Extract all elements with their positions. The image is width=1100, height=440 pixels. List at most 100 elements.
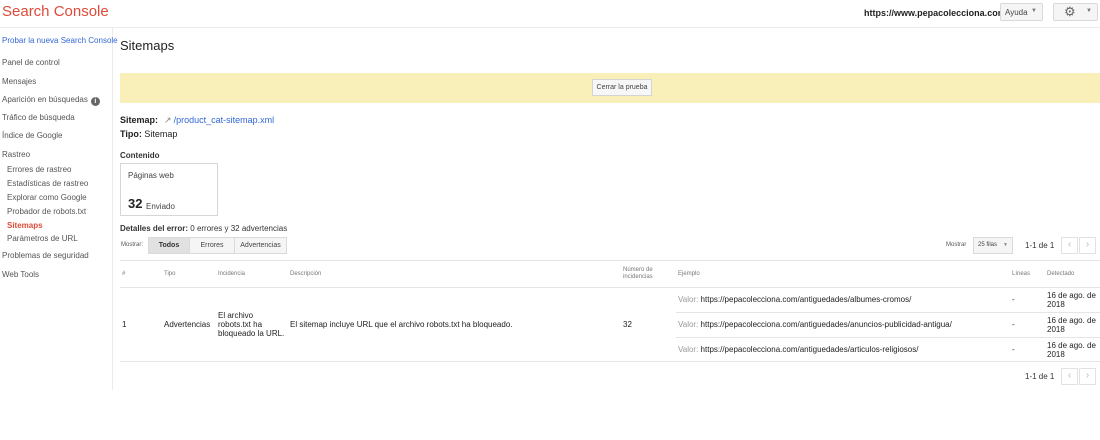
detectado-line1: 16 de ago. de	[1047, 316, 1096, 325]
pager-text-bottom: 1-1 de 1	[1025, 372, 1055, 381]
details-value: 0 errores y 32 advertencias	[190, 224, 288, 233]
help-label: Ayuda	[1005, 8, 1028, 17]
tipo-value: Sitemap	[144, 129, 178, 139]
sidebar: Probar la nueva Search Console Panel de …	[0, 28, 118, 390]
example-row: Valor: https://pepacolecciona.com/antigu…	[678, 345, 918, 354]
prev-page-button-bottom[interactable]: ‹	[1061, 368, 1078, 385]
rows-value: 25 filas	[978, 242, 998, 248]
next-page-button-bottom[interactable]: ›	[1079, 368, 1096, 385]
page-title: Sitemaps	[120, 38, 175, 53]
sitemap-url-link[interactable]: /product_cat-sitemap.xml	[174, 115, 275, 125]
gear-icon: ⚙	[1064, 4, 1076, 19]
row-incidencia-line3: bloqueado la URL.	[218, 329, 285, 338]
example-detectado: 16 de ago. de 2018	[1047, 341, 1096, 359]
detectado-line2: 2018	[1047, 325, 1065, 334]
details-label: Detalles del error:	[120, 224, 189, 233]
example-detectado: 16 de ago. de 2018	[1047, 291, 1096, 309]
row-descripcion: El sitemap incluye URL que el archivo ro…	[290, 320, 513, 329]
example-divider	[676, 312, 1100, 313]
sidebar-item-label: Aparición en búsquedas	[2, 95, 88, 104]
sidebar-item-aparicion[interactable]: Aparición en búsquedas i	[2, 95, 100, 106]
col-header-num: #	[122, 271, 126, 277]
col-header-incidencia: Incidencia	[218, 271, 246, 277]
sidebar-item-explorar[interactable]: Explorar como Google	[7, 193, 87, 202]
detectado-line1: 16 de ago. de	[1047, 291, 1096, 300]
row-num: 1	[122, 320, 127, 329]
valor-label: Valor:	[678, 345, 699, 354]
example-row: Valor: https://pepacolecciona.com/antigu…	[678, 295, 911, 304]
sitemap-label: Sitemap:	[120, 115, 159, 125]
tipo-line: Tipo: Sitemap	[120, 129, 177, 139]
sidebar-item-errores-rastreo[interactable]: Errores de rastreo	[7, 165, 71, 174]
table-top-border	[120, 260, 1100, 261]
info-icon: i	[90, 97, 100, 106]
col-header-numero-line1: Número de	[623, 267, 653, 273]
col-header-tipo: Tipo	[164, 271, 176, 277]
detectado-line2: 2018	[1047, 300, 1065, 309]
row-incidencia-line1: El archivo	[218, 311, 254, 320]
help-button[interactable]: Ayuda ▼	[1000, 3, 1043, 21]
sidebar-item-sitemaps[interactable]: Sitemaps	[7, 221, 43, 230]
filter-tab-errores[interactable]: Errores	[189, 237, 235, 254]
top-bar: Search Console https://www.pepacoleccion…	[0, 0, 1100, 28]
sidebar-item-rastreo[interactable]: Rastreo	[2, 150, 30, 159]
card-label: Páginas web	[128, 171, 174, 180]
row-incidencia-line2: robots.txt ha	[218, 320, 263, 329]
sidebar-item-parametros[interactable]: Parámetros de URL	[7, 234, 78, 243]
content-card: Páginas web 32 Enviado	[120, 163, 218, 216]
example-lineas: -	[1012, 345, 1015, 354]
site-url[interactable]: https://www.pepacolecciona.com/	[864, 8, 1008, 18]
example-detectado: 16 de ago. de 2018	[1047, 316, 1096, 334]
rows-per-page-select[interactable]: 25 filas ▼	[973, 237, 1013, 254]
col-header-ejemplo: Ejemplo	[678, 271, 700, 277]
prev-page-button[interactable]: ‹	[1061, 237, 1078, 254]
filter-label: Mostrar:	[121, 242, 144, 248]
test-banner: Cerrar la prueba	[120, 73, 1100, 103]
example-lineas: -	[1012, 295, 1015, 304]
sidebar-item-estadisticas[interactable]: Estadísticas de rastreo	[7, 179, 88, 188]
example-lineas: -	[1012, 320, 1015, 329]
sidebar-item-web-tools[interactable]: Web Tools	[2, 270, 39, 279]
card-count: 32	[128, 196, 143, 211]
app-logo[interactable]: Search Console	[2, 3, 109, 20]
detectado-line1: 16 de ago. de	[1047, 341, 1096, 350]
example-divider	[676, 337, 1100, 338]
sidebar-item-indice[interactable]: Índice de Google	[2, 131, 63, 140]
sidebar-item-panel[interactable]: Panel de control	[2, 58, 60, 67]
col-header-numero: Número de incidencias	[623, 267, 653, 281]
example-url[interactable]: https://pepacolecciona.com/antiguedades/…	[701, 345, 919, 354]
chevron-down-icon: ▼	[1031, 8, 1037, 14]
col-header-detectado: Detectado	[1047, 271, 1075, 277]
header-bottom-border	[120, 287, 1100, 288]
valor-label: Valor:	[678, 295, 699, 304]
pager-text-top: 1-1 de 1	[1025, 241, 1055, 250]
rows-label: Mostrar	[946, 242, 967, 248]
settings-button[interactable]: ⚙ ▼	[1053, 3, 1098, 21]
sidebar-item-new-search-console[interactable]: Probar la nueva Search Console	[2, 36, 118, 45]
row-numero: 32	[623, 320, 632, 329]
example-url[interactable]: https://pepacolecciona.com/antiguedades/…	[701, 320, 952, 329]
contenido-label: Contenido	[120, 151, 160, 160]
sidebar-item-mensajes[interactable]: Mensajes	[2, 77, 36, 86]
filter-tab-advertencias[interactable]: Advertencias	[234, 237, 287, 254]
detectado-line2: 2018	[1047, 350, 1065, 359]
sidebar-item-seguridad[interactable]: Problemas de seguridad	[2, 251, 89, 260]
external-link-icon[interactable]: ↗	[164, 115, 172, 125]
error-details-title: Detalles del error: 0 errores y 32 adver…	[120, 224, 287, 233]
col-header-descripcion: Descripción	[290, 271, 322, 277]
tipo-label: Tipo:	[120, 129, 142, 139]
table-bottom-border	[120, 361, 1100, 362]
example-url[interactable]: https://pepacolecciona.com/antiguedades/…	[701, 295, 912, 304]
sidebar-item-robots[interactable]: Probador de robots.txt	[7, 207, 86, 216]
row-incidencia: El archivo robots.txt ha bloqueado la UR…	[218, 311, 284, 338]
chevron-down-icon: ▼	[1086, 8, 1092, 14]
filter-tab-todos[interactable]: Todos	[148, 237, 190, 254]
sitemap-line: Sitemap: ↗/product_cat-sitemap.xml	[120, 115, 274, 126]
example-row: Valor: https://pepacolecciona.com/antigu…	[678, 320, 952, 329]
col-header-numero-line2: incidencias	[623, 274, 653, 280]
close-test-button[interactable]: Cerrar la prueba	[592, 79, 652, 96]
next-page-button[interactable]: ›	[1079, 237, 1096, 254]
row-tipo: Advertencias	[164, 320, 211, 329]
col-header-lineas: Líneas	[1012, 271, 1031, 277]
sidebar-item-trafico[interactable]: Tráfico de búsqueda	[2, 113, 75, 122]
